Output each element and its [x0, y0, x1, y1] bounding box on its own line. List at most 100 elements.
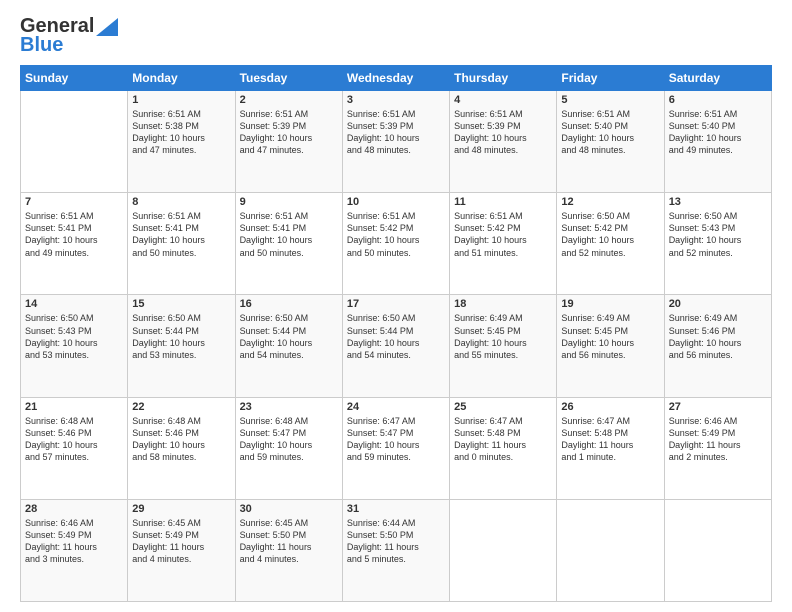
day-number: 12: [561, 196, 659, 208]
day-info: Sunrise: 6:50 AM Sunset: 5:42 PM Dayligh…: [561, 210, 659, 259]
day-info: Sunrise: 6:46 AM Sunset: 5:49 PM Dayligh…: [25, 517, 123, 566]
day-info: Sunrise: 6:51 AM Sunset: 5:41 PM Dayligh…: [132, 210, 230, 259]
day-number: 3: [347, 94, 445, 106]
day-info: Sunrise: 6:46 AM Sunset: 5:49 PM Dayligh…: [669, 415, 767, 464]
day-info: Sunrise: 6:45 AM Sunset: 5:50 PM Dayligh…: [240, 517, 338, 566]
calendar-cell: [450, 499, 557, 601]
day-number: 11: [454, 196, 552, 208]
calendar-cell: 7 Sunrise: 6:51 AM Sunset: 5:41 PM Daylig…: [21, 193, 128, 295]
day-info: Sunrise: 6:50 AM Sunset: 5:44 PM Dayligh…: [347, 312, 445, 361]
weekday-header-sunday: Sunday: [21, 66, 128, 91]
day-number: 30: [240, 503, 338, 515]
day-info: Sunrise: 6:48 AM Sunset: 5:46 PM Dayligh…: [25, 415, 123, 464]
calendar-cell: 22 Sunrise: 6:48 AM Sunset: 5:46 PM Dayli…: [128, 397, 235, 499]
calendar-cell: 6 Sunrise: 6:51 AM Sunset: 5:40 PM Daylig…: [664, 91, 771, 193]
calendar-cell: 4 Sunrise: 6:51 AM Sunset: 5:39 PM Daylig…: [450, 91, 557, 193]
week-row-1: 1 Sunrise: 6:51 AM Sunset: 5:38 PM Daylig…: [21, 91, 772, 193]
day-number: 1: [132, 94, 230, 106]
calendar-cell: 2Sunrise: 6:51 AM Sunset: 5:39 PM Daylig…: [235, 91, 342, 193]
weekday-header-tuesday: Tuesday: [235, 66, 342, 91]
weekday-header-wednesday: Wednesday: [342, 66, 449, 91]
calendar-cell: 24 Sunrise: 6:47 AM Sunset: 5:47 PM Dayli…: [342, 397, 449, 499]
calendar-cell: 30 Sunrise: 6:45 AM Sunset: 5:50 PM Dayli…: [235, 499, 342, 601]
calendar-cell: 13 Sunrise: 6:50 AM Sunset: 5:43 PM Dayli…: [664, 193, 771, 295]
day-info: Sunrise: 6:49 AM Sunset: 5:46 PM Dayligh…: [669, 312, 767, 361]
week-row-5: 28 Sunrise: 6:46 AM Sunset: 5:49 PM Dayli…: [21, 499, 772, 601]
day-number: 26: [561, 401, 659, 413]
calendar-cell: 14 Sunrise: 6:50 AM Sunset: 5:43 PM Dayli…: [21, 295, 128, 397]
day-info: Sunrise: 6:47 AM Sunset: 5:47 PM Dayligh…: [347, 415, 445, 464]
calendar-cell: 15 Sunrise: 6:50 AM Sunset: 5:44 PM Dayli…: [128, 295, 235, 397]
day-number: 19: [561, 298, 659, 310]
day-number: 31: [347, 503, 445, 515]
calendar-cell: 11 Sunrise: 6:51 AM Sunset: 5:42 PM Dayli…: [450, 193, 557, 295]
day-number: 23: [240, 401, 338, 413]
day-number: 6: [669, 94, 767, 106]
day-number: 25: [454, 401, 552, 413]
day-number: 24: [347, 401, 445, 413]
logo: General Blue: [20, 15, 118, 57]
weekday-header-row: SundayMondayTuesdayWednesdayThursdayFrid…: [21, 66, 772, 91]
calendar-cell: 27 Sunrise: 6:46 AM Sunset: 5:49 PM Dayli…: [664, 397, 771, 499]
day-number: 17: [347, 298, 445, 310]
day-number: 7: [25, 196, 123, 208]
day-number: 20: [669, 298, 767, 310]
weekday-header-friday: Friday: [557, 66, 664, 91]
calendar-table: SundayMondayTuesdayWednesdayThursdayFrid…: [20, 65, 772, 602]
calendar-cell: 3 Sunrise: 6:51 AM Sunset: 5:39 PM Daylig…: [342, 91, 449, 193]
day-info: Sunrise: 6:51 AM Sunset: 5:38 PM Dayligh…: [132, 108, 230, 157]
day-info: Sunrise: 6:48 AM Sunset: 5:46 PM Dayligh…: [132, 415, 230, 464]
day-info: Sunrise: 6:50 AM Sunset: 5:43 PM Dayligh…: [669, 210, 767, 259]
day-number: 4: [454, 94, 552, 106]
day-number: 5: [561, 94, 659, 106]
day-info: Sunrise: 6:50 AM Sunset: 5:44 PM Dayligh…: [132, 312, 230, 361]
day-info: Sunrise: 6:51 AM Sunset: 5:42 PM Dayligh…: [454, 210, 552, 259]
weekday-header-thursday: Thursday: [450, 66, 557, 91]
day-info: Sunrise: 6:50 AM Sunset: 5:43 PM Dayligh…: [25, 312, 123, 361]
day-number: 22: [132, 401, 230, 413]
day-number: 29: [132, 503, 230, 515]
header: General Blue: [20, 15, 772, 57]
calendar-cell: [557, 499, 664, 601]
day-number: 15: [132, 298, 230, 310]
day-number: 21: [25, 401, 123, 413]
day-number: 10: [347, 196, 445, 208]
day-number: 28: [25, 503, 123, 515]
day-number: 16: [240, 298, 338, 310]
day-info: Sunrise: 6:51 AM Sunset: 5:40 PM Dayligh…: [669, 108, 767, 157]
calendar-cell: 16 Sunrise: 6:50 AM Sunset: 5:44 PM Dayli…: [235, 295, 342, 397]
calendar-cell: 5Sunrise: 6:51 AM Sunset: 5:40 PM Daylig…: [557, 91, 664, 193]
logo-icon: [96, 18, 118, 36]
calendar-cell: [21, 91, 128, 193]
calendar-cell: 23 Sunrise: 6:48 AM Sunset: 5:47 PM Dayli…: [235, 397, 342, 499]
calendar-cell: 8 Sunrise: 6:51 AM Sunset: 5:41 PM Daylig…: [128, 193, 235, 295]
page: General Blue SundayMondayTuesdayWednesda…: [0, 0, 792, 612]
week-row-3: 14 Sunrise: 6:50 AM Sunset: 5:43 PM Dayli…: [21, 295, 772, 397]
day-info: Sunrise: 6:51 AM Sunset: 5:39 PM Dayligh…: [347, 108, 445, 157]
day-info: Sunrise: 6:50 AM Sunset: 5:44 PM Dayligh…: [240, 312, 338, 361]
day-info: Sunrise: 6:45 AM Sunset: 5:49 PM Dayligh…: [132, 517, 230, 566]
day-info: Sunrise: 6:48 AM Sunset: 5:47 PM Dayligh…: [240, 415, 338, 464]
day-info: Sunrise: 6:44 AM Sunset: 5:50 PM Dayligh…: [347, 517, 445, 566]
day-info: Sunrise: 6:51 AM Sunset: 5:42 PM Dayligh…: [347, 210, 445, 259]
calendar-cell: 29 Sunrise: 6:45 AM Sunset: 5:49 PM Dayli…: [128, 499, 235, 601]
calendar-cell: 19Sunrise: 6:49 AM Sunset: 5:45 PM Dayli…: [557, 295, 664, 397]
day-info: Sunrise: 6:47 AM Sunset: 5:48 PM Dayligh…: [454, 415, 552, 464]
day-number: 27: [669, 401, 767, 413]
day-number: 14: [25, 298, 123, 310]
calendar-cell: 25 Sunrise: 6:47 AM Sunset: 5:48 PM Dayli…: [450, 397, 557, 499]
day-info: Sunrise: 6:51 AM Sunset: 5:39 PM Dayligh…: [454, 108, 552, 157]
day-number: 8: [132, 196, 230, 208]
day-info: Sunrise: 6:51 AM Sunset: 5:41 PM Dayligh…: [25, 210, 123, 259]
logo-blue: Blue: [20, 34, 63, 57]
calendar-cell: 17 Sunrise: 6:50 AM Sunset: 5:44 PM Dayli…: [342, 295, 449, 397]
day-info: Sunrise: 6:51 AM Sunset: 5:39 PM Dayligh…: [240, 108, 338, 157]
calendar-cell: 28 Sunrise: 6:46 AM Sunset: 5:49 PM Dayli…: [21, 499, 128, 601]
day-number: 18: [454, 298, 552, 310]
calendar-cell: 1 Sunrise: 6:51 AM Sunset: 5:38 PM Daylig…: [128, 91, 235, 193]
weekday-header-saturday: Saturday: [664, 66, 771, 91]
calendar-cell: 20 Sunrise: 6:49 AM Sunset: 5:46 PM Dayli…: [664, 295, 771, 397]
calendar-cell: 9Sunrise: 6:51 AM Sunset: 5:41 PM Daylig…: [235, 193, 342, 295]
calendar-cell: 18Sunrise: 6:49 AM Sunset: 5:45 PM Dayli…: [450, 295, 557, 397]
day-number: 13: [669, 196, 767, 208]
